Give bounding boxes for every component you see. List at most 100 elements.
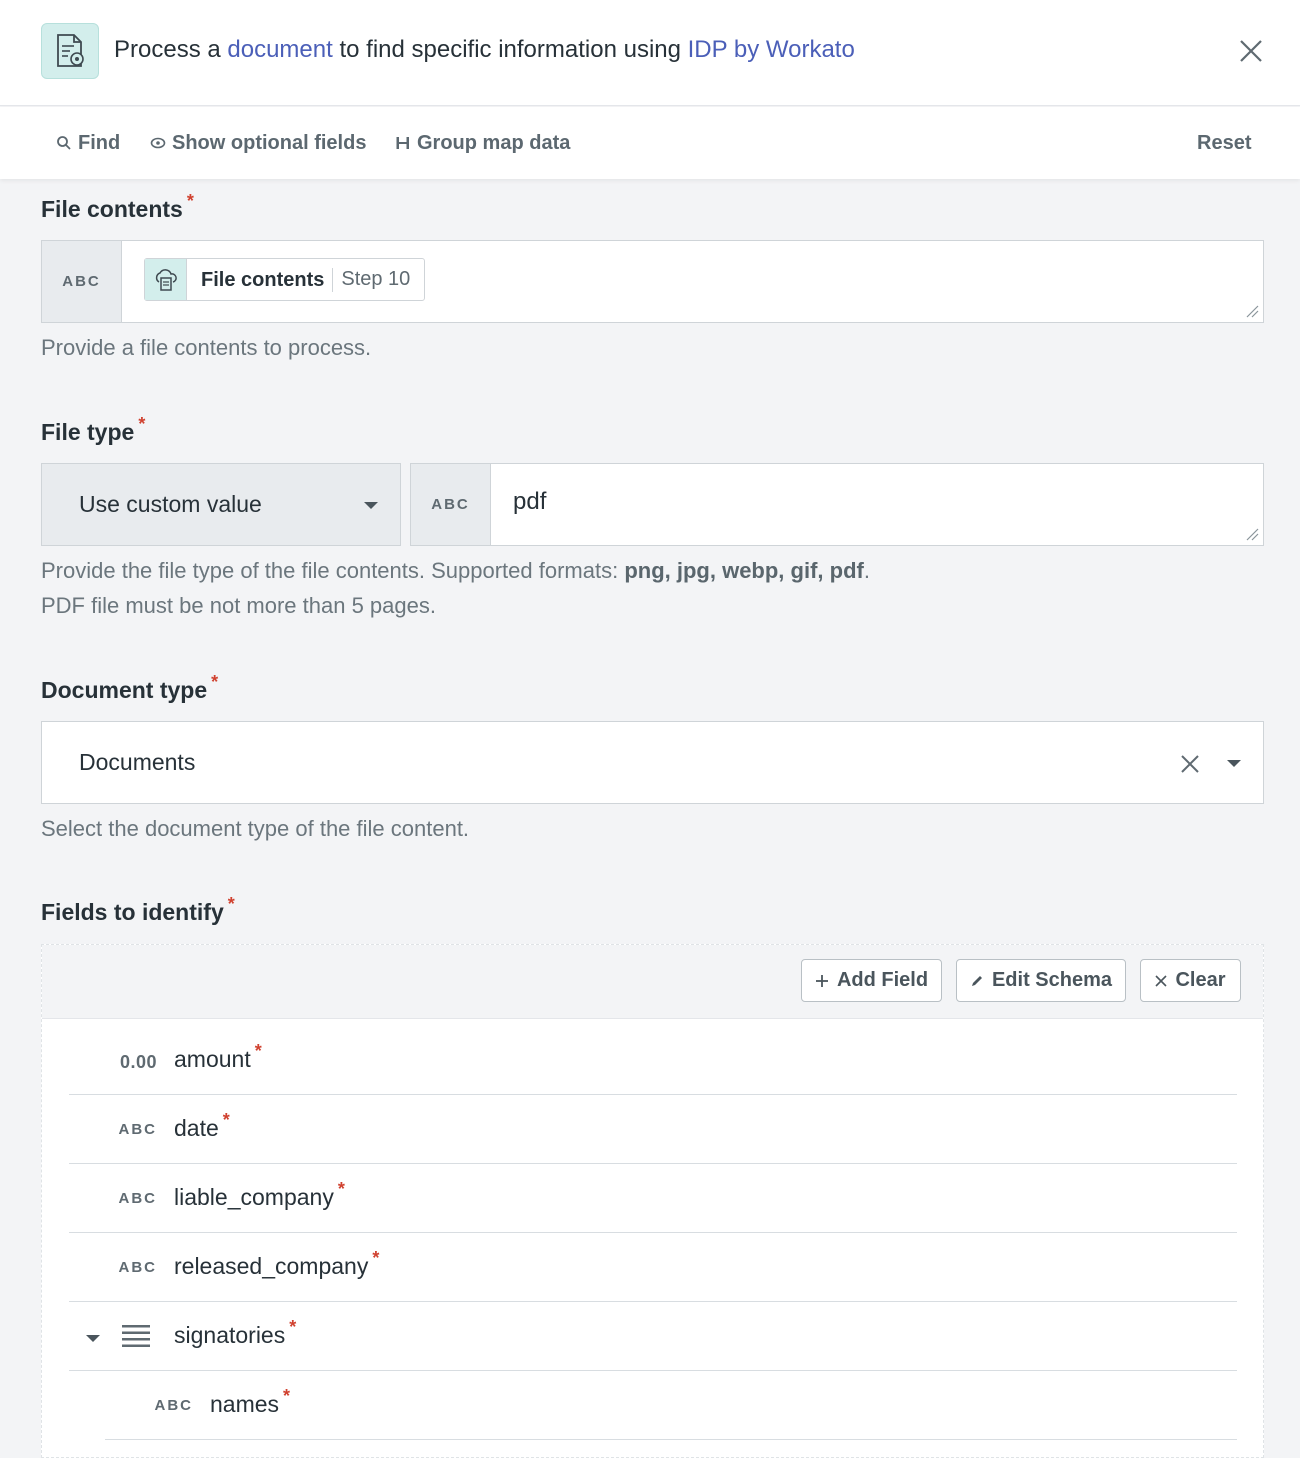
file-type-input[interactable]: ABC pdf	[410, 463, 1264, 546]
file-type-help: Provide the file type of the file conten…	[41, 553, 870, 623]
required-marker: *	[337, 1179, 345, 1199]
resize-handle-icon[interactable]	[1245, 527, 1259, 541]
find-label: Find	[78, 131, 121, 154]
edit-schema-button[interactable]: Edit Schema	[956, 959, 1126, 1002]
type-abc: ABC	[62, 273, 101, 290]
type-abc: ABC	[118, 1121, 157, 1138]
document-ai-icon	[41, 23, 99, 79]
file-contents-field[interactable]: ABC File contents Step 10	[41, 240, 1264, 323]
chevron-down-icon	[1227, 760, 1241, 767]
show-optional-label: Show optional fields	[172, 131, 367, 154]
supported-formats: png, jpg, webp, gif, pdf	[624, 558, 864, 583]
resize-handle-icon[interactable]	[1245, 304, 1259, 318]
reset-label: Reset	[1197, 131, 1252, 154]
close-icon[interactable]	[1236, 36, 1266, 66]
type-number: 0.00	[119, 1052, 157, 1072]
show-optional-fields-button[interactable]: Show optional fields	[150, 129, 366, 157]
help-text: Provide the file type of the file conten…	[41, 558, 625, 583]
field-name: names *	[210, 1386, 290, 1418]
required-marker: *	[222, 1110, 230, 1130]
help-text: .	[863, 558, 870, 583]
field-name: liable_company *	[174, 1179, 345, 1211]
schema-row-signatories[interactable]: signatories *	[69, 1302, 1237, 1371]
schema-row-liable-company[interactable]: ABC liable_company *	[69, 1164, 1237, 1233]
file-type-value: pdf	[513, 488, 547, 515]
pill-step: Step 10	[341, 268, 411, 290]
datapill-file-contents[interactable]: File contents Step 10	[144, 258, 426, 301]
file-type-label: File type *	[41, 414, 145, 446]
title-text: to find specific information using	[332, 36, 688, 63]
idp-link[interactable]: IDP by Workato	[688, 36, 855, 63]
required-marker: *	[138, 414, 146, 434]
type-abc: ABC	[154, 1397, 193, 1414]
document-type-help: Select the document type of the file con…	[41, 816, 470, 841]
edit-schema-label: Edit Schema	[991, 969, 1113, 991]
select-value: Use custom value	[79, 491, 262, 517]
help-text-pdf-limit: PDF file must be not more than 5 pages.	[41, 593, 436, 618]
label-text: Fields to identify	[41, 899, 224, 925]
field-name-text: amount	[174, 1046, 251, 1072]
type-abc: ABC	[118, 1190, 157, 1207]
required-marker: *	[211, 672, 219, 692]
required-marker: *	[254, 1041, 262, 1061]
clear-button[interactable]: Clear	[1140, 959, 1241, 1002]
document-type-select[interactable]: Documents	[41, 721, 1264, 804]
eye-icon	[150, 137, 166, 149]
required-marker: *	[227, 894, 235, 914]
pill-name: File contents	[187, 267, 334, 292]
required-marker: *	[289, 1317, 297, 1337]
group-map-label: Group map data	[417, 131, 571, 154]
file-type-mode-select[interactable]: Use custom value	[41, 463, 401, 546]
document-link[interactable]: document	[227, 36, 332, 63]
group-map-data-button[interactable]: Group map data	[395, 129, 570, 157]
close-icon	[1155, 974, 1168, 987]
label-text: Document type	[41, 677, 208, 703]
field-name: released_company *	[174, 1248, 379, 1280]
select-value: Documents	[79, 749, 196, 775]
field-name-text: liable_company	[174, 1184, 334, 1210]
schema-toolbar: Add Field Edit Schema Clear	[42, 945, 1263, 1019]
plus-icon	[815, 974, 828, 987]
fields-to-identify-label: Fields to identify *	[41, 894, 235, 926]
header: Process a document to find specific info…	[0, 0, 1300, 106]
schema-row-names[interactable]: ABC names *	[105, 1371, 1237, 1440]
cloud-file-icon	[145, 259, 187, 300]
schema-row-date[interactable]: ABC date *	[69, 1095, 1237, 1164]
search-icon	[57, 136, 71, 150]
label-text: File type	[41, 419, 135, 445]
field-name-text: released_company	[174, 1253, 369, 1279]
schema-editor: Add Field Edit Schema Clear 0.00 amount *…	[41, 944, 1264, 1458]
type-abc: ABC	[431, 496, 470, 513]
list-icon	[122, 1325, 150, 1347]
toolbar: Find Show optional fields Group map data…	[0, 107, 1300, 179]
title-text: Process a	[114, 36, 228, 63]
required-marker: *	[186, 191, 194, 211]
field-name-text: names	[210, 1391, 280, 1417]
schema-row-amount[interactable]: 0.00 amount *	[69, 1026, 1237, 1095]
type-indicator: ABC	[42, 241, 122, 322]
file-contents-label: File contents *	[41, 191, 194, 223]
pencil-icon	[971, 975, 982, 986]
field-name-text: signatories	[174, 1322, 286, 1348]
schema-row-released-company[interactable]: ABC released_company *	[69, 1233, 1237, 1302]
field-name: date *	[174, 1110, 230, 1142]
clear-selection-icon[interactable]	[1180, 754, 1200, 774]
field-name: signatories *	[174, 1317, 296, 1349]
add-field-label: Add Field	[836, 969, 929, 991]
type-indicator: ABC	[411, 464, 491, 545]
header-title: Process a document to find specific info…	[114, 36, 855, 64]
file-contents-help: Provide a file contents to process.	[41, 335, 372, 360]
reset-button[interactable]: Reset	[1197, 129, 1251, 157]
add-field-button[interactable]: Add Field	[801, 959, 942, 1002]
document-type-label: Document type *	[41, 672, 218, 704]
collapse-chevron-icon[interactable]	[86, 1335, 100, 1342]
field-name: amount *	[174, 1041, 262, 1073]
find-button[interactable]: Find	[56, 129, 120, 157]
type-abc: ABC	[118, 1259, 157, 1276]
clear-label: Clear	[1175, 969, 1226, 991]
field-name-text: date	[174, 1115, 219, 1141]
chevron-down-icon	[364, 502, 378, 509]
required-marker: *	[283, 1386, 291, 1406]
label-text: File contents	[41, 196, 183, 222]
group-icon	[396, 137, 409, 149]
